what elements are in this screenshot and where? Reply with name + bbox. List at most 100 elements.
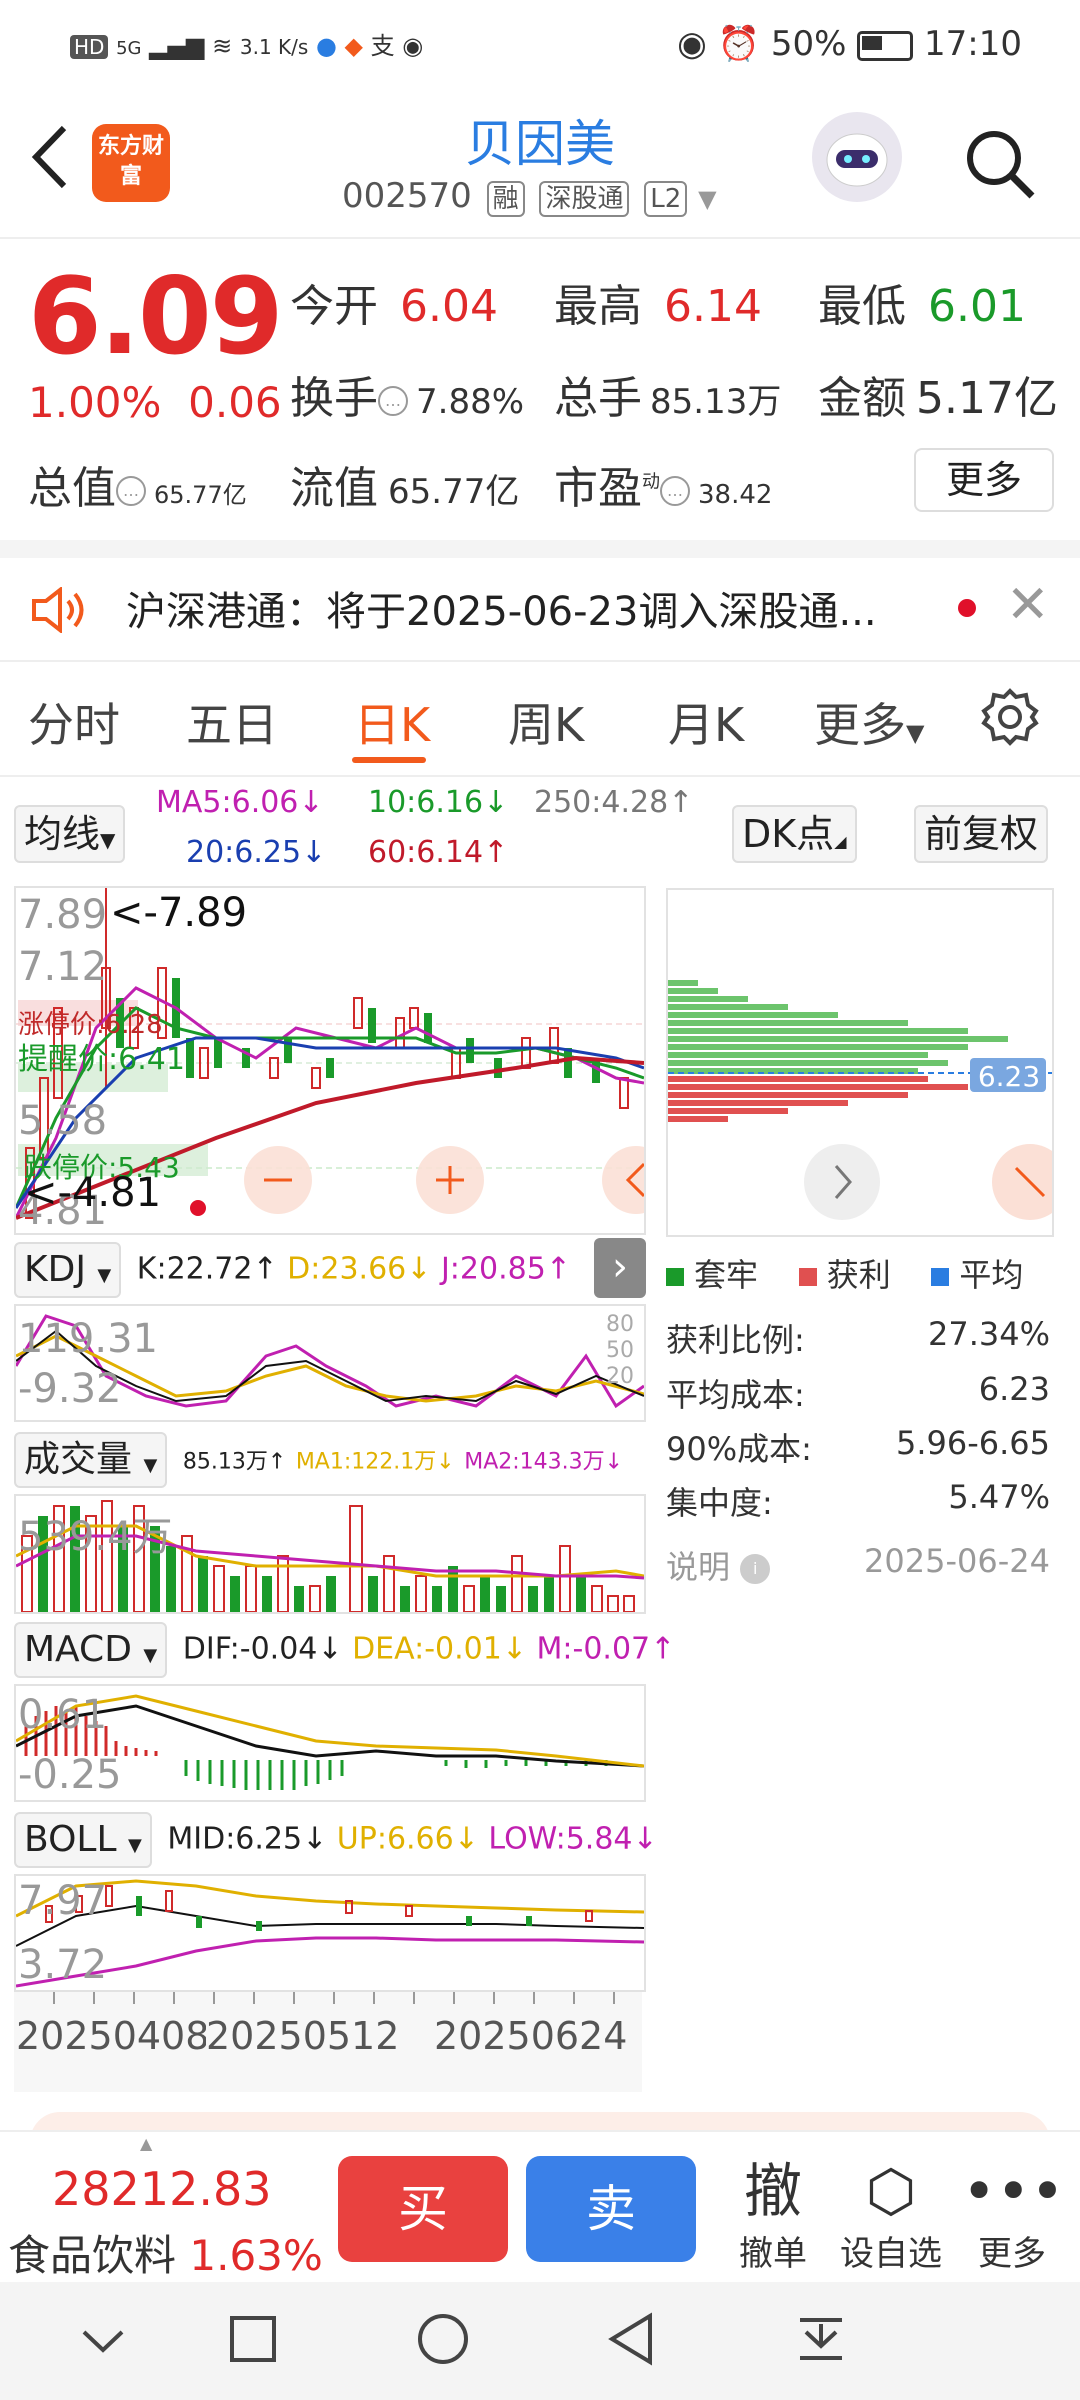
tab-intraday[interactable]: 分时 [28,689,120,755]
active-tab-indicator [352,757,426,763]
cost-90: 90%成本: 5.96-6.65 [666,1424,1050,1468]
chip-distribution[interactable]: 6.23 [666,888,1068,1237]
dk-point-selector[interactable]: DK点◢ [732,805,857,863]
kline-high-axis: 7.89 [18,892,108,938]
cancel-order-button[interactable]: 撤撤单 [718,2156,828,2275]
sector-index-value[interactable]: 28212.83 [52,2162,272,2216]
date-end: 20250624 [434,2014,628,2058]
info-icon[interactable]: … [660,476,690,506]
avg-cost: 平均成本: 6.23 [666,1370,1050,1414]
stock-code-row[interactable]: 002570 融 深股通 L2 ▼ [342,176,717,217]
kline-chart[interactable]: 7.89 <-7.89 7.12 涨停价:6.28 提醒价:6.41 5.58 … [14,886,670,1235]
tag-shenzhen-connect: 深股通 [539,181,630,217]
period-tabs: 分时 五日 日K 周K 月K 更多▼ [0,665,1080,777]
tab-more[interactable]: 更多▼ [814,689,924,755]
recent-apps-icon[interactable] [228,2314,278,2364]
kdj-top-axis: 119.31 [18,1316,158,1362]
unread-dot [958,599,976,617]
last-price: 6.09 [28,255,284,378]
status-right: ◉ ⏰ 50% 17:10 [677,24,1022,64]
more-quote-button[interactable]: 更多 [914,448,1054,512]
sector-index[interactable]: 食品饮料 1.63% [8,2222,323,2283]
chip-note[interactable]: 说明 i 2025-06-24 [666,1542,1050,1588]
alert-price-label: 提醒价:6.41 [18,1042,185,1077]
amount-item: 金额 5.17亿 [818,373,1058,424]
kdj-selector[interactable]: KDJ ▼ [14,1242,122,1298]
ma-selector[interactable]: 均线▼ [14,805,126,863]
buy-button[interactable]: 买 [338,2156,508,2262]
volume-top-axis: 539.4万 [18,1514,173,1560]
change-row: 1.00% 0.06 [28,378,282,427]
boll-chart[interactable]: 7.97 3.72 [14,1874,646,1992]
close-icon[interactable]: ✕ [1006,575,1050,635]
tab-monthly-k[interactable]: 月K [668,689,744,755]
home-icon[interactable] [416,2312,470,2366]
volume-item: 总手 85.13万 [554,373,782,424]
macd-bottom-axis: -0.25 [18,1752,122,1798]
tab-daily-k[interactable]: 日K [354,689,430,755]
status-icons: HD 5G ▂▄▆ ≋ 3.1 K/s ● ◆ 支 ◉ [70,26,423,61]
sell-button[interactable]: 卖 [526,2156,696,2262]
expand-indicators-button[interactable]: › [594,1238,646,1298]
notification-pull-icon[interactable] [796,2314,846,2364]
turnover-item: 换手… 7.88% [290,373,525,424]
boll-legend: BOLL ▼ MID:6.25↓ UP:6.66↓ LOW:5.84↓ [14,1812,658,1868]
tag-margin: 融 [486,181,525,217]
kline-low-mark: <-4.81 [24,1170,162,1216]
boll-selector[interactable]: BOLL ▼ [14,1812,152,1868]
macd-selector[interactable]: MACD ▼ [14,1622,168,1678]
chevron-down-icon[interactable] [78,2322,128,2362]
tab-weekly-k[interactable]: 周K [508,689,584,755]
macd-legend: MACD ▼ DIF:-0.04↓ DEA:-0.01↓ M:-0.07↑ [14,1622,675,1678]
ma250-label: 250:4.28↑ [534,785,694,820]
favorite-icon: ⬡ [865,2157,917,2225]
more-icon: ••• [962,2157,1065,2225]
trade-bar: ▲ 28212.83 食品饮料 1.63% 买 卖 撤撤单 ⬡ 设自选 ••• 更多 [0,2130,1080,2282]
eye-icon: ◉ [677,24,707,64]
kdj-bottom-axis: -9.32 [18,1366,122,1412]
date-ticks [53,1992,615,2004]
battery-text: 50% [770,24,847,64]
zoom-in-button[interactable] [436,1150,466,1210]
ma60-label: 60:6.14↑ [368,835,509,870]
kline-axis-2: 7.12 [18,944,108,990]
float-item: 流值 65.77亿 [290,463,520,514]
dropdown-icon: ▼ [698,185,717,213]
search-icon[interactable] [960,124,1040,204]
macd-chart[interactable]: 0.61 -0.25 [14,1684,646,1802]
info-icon[interactable]: … [378,386,408,416]
more-menu-button[interactable]: ••• 更多 [962,2156,1065,2275]
ma5-label: MA5:6.06↓ [156,785,324,820]
clock: 17:10 [924,24,1022,64]
scroll-left-button[interactable] [616,1150,644,1210]
adjust-selector[interactable]: 前复权 [914,805,1049,863]
avg-cost-marker: 6.23 [977,1060,1041,1093]
volume-chart[interactable]: 539.4万 [14,1494,646,1614]
boll-bottom-axis: 3.72 [18,1942,108,1988]
gear-icon[interactable] [980,687,1040,747]
date-axis: 20250408 20250512 20250624 [14,1992,642,2092]
open-item: 今开 6.04 [290,281,498,332]
back-nav-icon[interactable] [604,2312,658,2366]
zoom-out-button[interactable] [264,1150,294,1210]
alarm-icon: ⏰ [717,24,760,64]
notice-bar[interactable]: 沪深港通：将于2025-06-23调入深股通... ✕ [0,555,1080,662]
info-icon[interactable]: … [116,476,146,506]
info-icon[interactable]: i [740,1554,771,1584]
kdj-legend: KDJ ▼ K:22.72↑ D:23.66↓ J:20.85↑ [14,1242,571,1298]
assistant-avatar[interactable] [812,112,902,202]
tab-five-day[interactable]: 五日 [186,689,278,755]
chevron-right-icon[interactable] [804,1144,880,1220]
quote-panel: 6.09 1.00% 0.06 今开 6.04 最高 6.14 最低 6.01 换手…… [0,240,1080,540]
add-favorite-button[interactable]: ⬡ 设自选 [836,2156,946,2275]
volume-selector[interactable]: 成交量 ▼ [14,1432,168,1488]
stock-name[interactable]: 贝因美 [0,104,1080,176]
up-arrow-icon[interactable]: ▲ [140,2134,152,2153]
boll-top-axis: 7.97 [18,1878,108,1924]
kdj-chart[interactable]: 119.31 -9.32 80 50 20 [14,1304,646,1422]
boll-svg [15,1879,645,1988]
notice-text[interactable]: 沪深港通：将于2025-06-23调入深股通... [126,579,877,637]
expand-icon[interactable] [992,1144,1052,1220]
chip-legend: 套牢 获利 平均 [666,1250,1023,1296]
ma-legend: 均线▼ MA5:6.06↓ 10:6.16↓ 250:4.28↑ 20:6.25… [0,785,1080,885]
